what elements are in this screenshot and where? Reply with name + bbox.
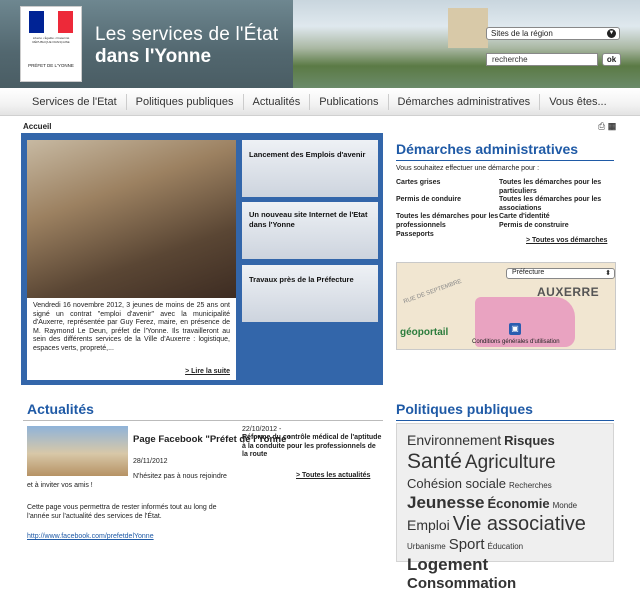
facebook-page-thumbnail[interactable]	[27, 426, 128, 476]
tag-link[interactable]: Urbanisme	[407, 542, 446, 551]
news-date: 22/10/2012 -	[242, 426, 282, 433]
logo-motto: Liberté • Égalité • Fraternité RÉPUBLIQU…	[32, 36, 70, 44]
facebook-news-text: N'hésitez pas à nous rejoindre	[133, 473, 227, 480]
tag-link[interactable]: Agriculture	[465, 452, 556, 474]
demarches-title[interactable]: Démarches administratives	[396, 141, 578, 157]
map-select-value: Préfecture	[512, 269, 545, 276]
map-city-label: AUXERRE	[537, 285, 600, 299]
slide-tab-travaux[interactable]: Travaux près de la Préfecture	[242, 265, 378, 322]
divider	[396, 160, 614, 161]
demarche-link[interactable]: Toutes les démarches pour les particulie…	[499, 179, 615, 196]
search-input[interactable]: recherche	[486, 53, 598, 66]
tag-link[interactable]: Vie associative	[453, 513, 586, 536]
demarche-link[interactable]: Permis de conduire	[396, 196, 461, 205]
map-marker-icon[interactable]: ▣	[509, 323, 521, 335]
tag-link[interactable]: Monde	[553, 501, 577, 510]
read-more-link[interactable]: > Lire la suite	[185, 368, 230, 377]
slide-tab-emplois[interactable]: Lancement des Emplois d'avenir	[242, 140, 378, 197]
region-sites-select[interactable]: Sites de la région ▼	[486, 27, 620, 40]
nav-item-vous-etes[interactable]: Vous êtes...	[540, 94, 615, 110]
map-street-label: RUE DE SEPTEMBRE	[402, 278, 463, 306]
tag-link[interactable]: Santé	[407, 450, 462, 474]
chevron-down-icon: ▼	[607, 29, 616, 38]
printer-icon[interactable]: ⎙	[598, 121, 605, 131]
politiques-title[interactable]: Politiques publiques	[396, 401, 533, 417]
facebook-news-text: et à inviter vos amis !	[27, 482, 93, 489]
logo-prefet-label: PRÉFET DE L'YONNE	[28, 63, 74, 68]
nav-item-publications[interactable]: Publications	[310, 93, 389, 110]
site-title-line1: Les services de l'État	[95, 24, 279, 45]
facebook-news-body: Cette page vous permettra de rester info…	[27, 504, 217, 520]
slide-caption: Vendredi 16 novembre 2012, 3 jeunes de m…	[27, 298, 236, 380]
tag-link[interactable]: Sport	[449, 536, 485, 553]
tag-link[interactable]: Cohésion sociale	[407, 476, 506, 492]
tag-link[interactable]: Jeunesse	[407, 493, 485, 513]
nav-item-politiques[interactable]: Politiques publiques	[127, 93, 244, 110]
demarche-link[interactable]: Toutes les démarches pour les associatio…	[499, 196, 615, 213]
nav-item-actualites[interactable]: Actualités	[244, 93, 311, 110]
page-tools: ⎙ ▦	[598, 121, 616, 132]
map-location-select[interactable]: Préfecture ⬍	[506, 268, 615, 279]
site-header: Liberté • Égalité • Fraternité RÉPUBLIQU…	[0, 0, 640, 88]
tag-link[interactable]: Emploi	[407, 517, 450, 533]
tag-link[interactable]: Risques	[504, 433, 555, 449]
tag-link[interactable]: Logement	[407, 555, 488, 575]
map-widget[interactable]: RUE DE SEPTEMBRE AUXERRE Préfecture ⬍ ▣ …	[396, 262, 616, 350]
demarche-link[interactable]: Passeports	[396, 231, 434, 240]
cathedral-image	[448, 8, 488, 48]
facebook-url-link[interactable]: http://www.facebook.com/prefetdelYonne	[27, 533, 154, 540]
region-select-value: Sites de la région	[491, 29, 553, 38]
demarche-link[interactable]: Carte d'identité	[499, 213, 550, 222]
divider	[396, 420, 614, 421]
demarche-link[interactable]: Permis de construire	[499, 222, 569, 231]
all-demarches-link[interactable]: > Toutes vos démarches	[526, 237, 607, 244]
news-title-link[interactable]: Réforme du contrôle médical de l'aptitud…	[242, 434, 382, 460]
tag-link[interactable]: Recherches	[509, 481, 552, 490]
slide-tab-site-internet[interactable]: Un nouveau site Internet de l'Etat dans …	[242, 202, 378, 259]
divider	[23, 420, 383, 421]
nav-item-demarches[interactable]: Démarches administratives	[389, 93, 541, 110]
tag-cloud: Environnement Risques Santé Agriculture Cohé…	[396, 423, 614, 592]
text-size-icon[interactable]: ▦	[608, 121, 617, 131]
actualites-title[interactable]: Actualités	[27, 401, 94, 417]
facebook-news-date: 28/11/2012	[133, 458, 168, 465]
news-slider: Vendredi 16 novembre 2012, 3 jeunes de m…	[21, 133, 383, 385]
tag-link[interactable]: Environnement	[407, 432, 501, 448]
tag-link[interactable]: Consommation	[407, 575, 516, 592]
chevron-down-icon: ⬍	[605, 270, 611, 277]
prefet-logo[interactable]: Liberté • Égalité • Fraternité RÉPUBLIQU…	[20, 6, 82, 82]
tag-link[interactable]: Économie	[488, 496, 550, 512]
map-conditions-link[interactable]: Conditions générales d'utilisation	[472, 339, 560, 345]
header-photo	[293, 0, 640, 88]
demarche-link[interactable]: Cartes grises	[396, 179, 440, 188]
tag-link[interactable]: Éducation	[488, 542, 524, 551]
geoportail-logo[interactable]: géoportail	[400, 327, 448, 338]
nav-item-services[interactable]: Services de l'Etat	[23, 93, 127, 110]
marianne-flag-icon	[29, 11, 74, 33]
breadcrumb[interactable]: Accueil	[23, 122, 51, 131]
search-ok-button[interactable]: ok	[602, 53, 621, 66]
demarches-intro: Vous souhaitez effectuer une démarche po…	[396, 165, 540, 172]
all-news-link[interactable]: > Toutes les actualités	[296, 472, 370, 479]
slide-caption-text: Vendredi 16 novembre 2012, 3 jeunes de m…	[33, 302, 230, 352]
slide-photo[interactable]	[27, 140, 236, 298]
site-title-line2: dans l'Yonne	[95, 46, 212, 67]
main-nav: Services de l'Etat Politiques publiques …	[0, 88, 640, 116]
demarche-link[interactable]: Toutes les démarches pour les profession…	[396, 213, 501, 230]
